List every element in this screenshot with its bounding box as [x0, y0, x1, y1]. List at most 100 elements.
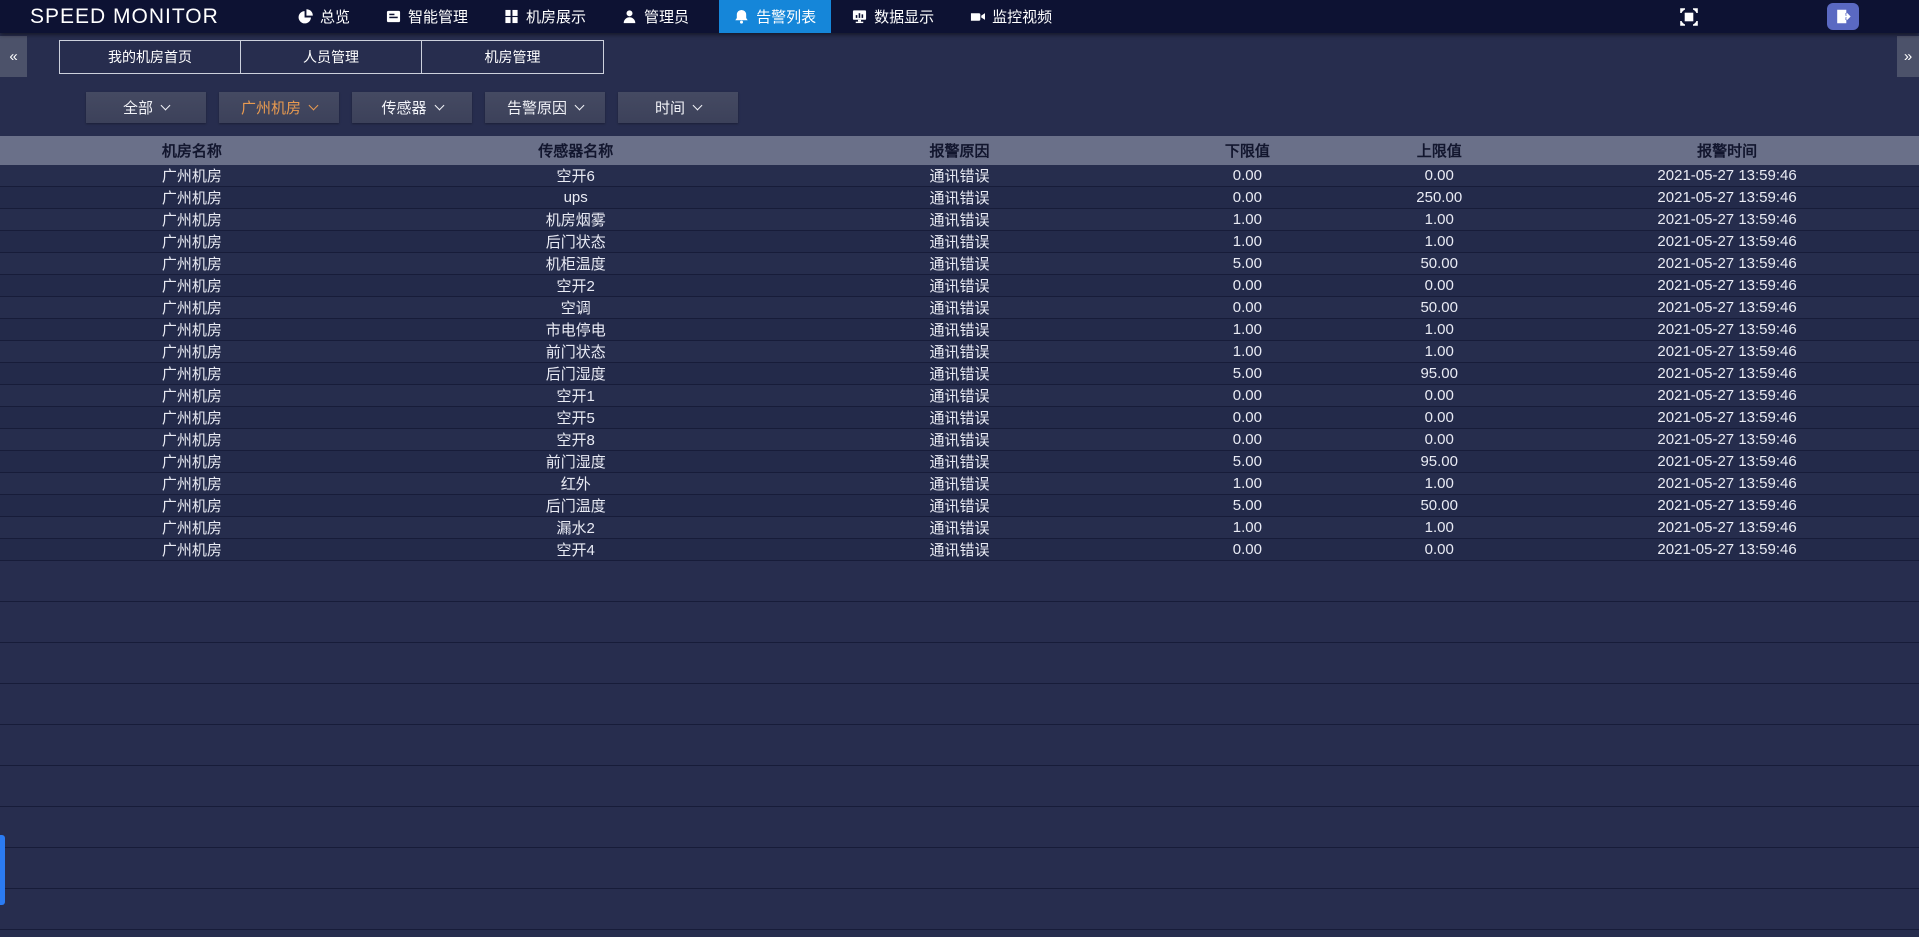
cell-alarm-time: 2021-05-27 13:59:46 [1535, 431, 1919, 448]
tab-bar: « 我的机房首页 人员管理 机房管理 » [0, 33, 1919, 80]
cell-alarm-reason: 通讯错误 [768, 165, 1152, 186]
filter-all-dropdown[interactable]: 全部 [86, 92, 206, 123]
filter-room-dropdown[interactable]: 广州机房 [219, 92, 339, 123]
left-scroll-indicator[interactable] [0, 835, 5, 905]
cell-lower-limit: 0.00 [1151, 409, 1343, 426]
nav-item-overview[interactable]: 总览 [283, 0, 365, 33]
tab-room-management[interactable]: 机房管理 [422, 41, 603, 73]
filter-sensor-dropdown[interactable]: 传感器 [352, 92, 472, 123]
table-row[interactable]: 广州机房 机柜温度 通讯错误 5.00 50.00 2021-05-27 13:… [0, 253, 1919, 275]
table-row[interactable]: 广州机房 ups 通讯错误 0.00 250.00 2021-05-27 13:… [0, 187, 1919, 209]
cell-upper-limit: 0.00 [1343, 277, 1535, 294]
building-icon [504, 9, 519, 24]
table-row[interactable]: 广州机房 市电停电 通讯错误 1.00 1.00 2021-05-27 13:5… [0, 319, 1919, 341]
cell-lower-limit: 1.00 [1151, 519, 1343, 536]
cell-alarm-reason: 通讯错误 [768, 517, 1152, 538]
nav-item-label: 管理员 [644, 6, 689, 27]
table-row[interactable]: 广州机房 空开5 通讯错误 0.00 0.00 2021-05-27 13:59… [0, 407, 1919, 429]
nav-item-data-display[interactable]: 数据显示 [837, 0, 949, 33]
cell-room-name: 广州机房 [0, 539, 384, 560]
collapse-left-button[interactable]: « [0, 36, 27, 77]
cell-lower-limit: 0.00 [1151, 189, 1343, 206]
cell-alarm-time: 2021-05-27 13:59:46 [1535, 519, 1919, 536]
cell-room-name: 广州机房 [0, 209, 384, 230]
cell-alarm-time: 2021-05-27 13:59:46 [1535, 343, 1919, 360]
cell-alarm-reason: 通讯错误 [768, 407, 1152, 428]
cell-alarm-reason: 通讯错误 [768, 231, 1152, 252]
nav-item-label: 告警列表 [756, 6, 816, 27]
tab-personnel-management[interactable]: 人员管理 [241, 41, 422, 73]
cell-alarm-reason: 通讯错误 [768, 341, 1152, 362]
table-row[interactable]: 广州机房 空开8 通讯错误 0.00 0.00 2021-05-27 13:59… [0, 429, 1919, 451]
navbar-right-tools [1679, 0, 1919, 33]
cell-upper-limit: 1.00 [1343, 519, 1535, 536]
table-row[interactable]: 广州机房 漏水2 通讯错误 1.00 1.00 2021-05-27 13:59… [0, 517, 1919, 539]
cell-room-name: 广州机房 [0, 451, 384, 472]
table-row[interactable]: 广州机房 前门状态 通讯错误 1.00 1.00 2021-05-27 13:5… [0, 341, 1919, 363]
cell-lower-limit: 1.00 [1151, 475, 1343, 492]
cell-upper-limit: 50.00 [1343, 497, 1535, 514]
cell-alarm-reason: 通讯错误 [768, 451, 1152, 472]
table-row[interactable]: 广州机房 后门温度 通讯错误 5.00 50.00 2021-05-27 13:… [0, 495, 1919, 517]
column-header-lower-limit: 下限值 [1151, 140, 1343, 161]
nav-item-label: 智能管理 [408, 6, 468, 27]
table-empty-area [0, 561, 1919, 937]
pie-chart-icon [298, 9, 313, 24]
chevron-down-icon [309, 101, 319, 111]
table-row[interactable]: 广州机房 空开2 通讯错误 0.00 0.00 2021-05-27 13:59… [0, 275, 1919, 297]
collapse-right-button[interactable]: » [1897, 36, 1919, 77]
cell-lower-limit: 1.00 [1151, 321, 1343, 338]
filter-time-dropdown[interactable]: 时间 [618, 92, 738, 123]
chevron-down-icon [575, 101, 585, 111]
cell-alarm-time: 2021-05-27 13:59:46 [1535, 365, 1919, 382]
table-row[interactable]: 广州机房 前门湿度 通讯错误 5.00 95.00 2021-05-27 13:… [0, 451, 1919, 473]
cell-alarm-reason: 通讯错误 [768, 539, 1152, 560]
filter-alarm-reason-dropdown[interactable]: 告警原因 [485, 92, 605, 123]
cell-alarm-time: 2021-05-27 13:59:46 [1535, 387, 1919, 404]
cell-upper-limit: 50.00 [1343, 255, 1535, 272]
nav-item-video-monitor[interactable]: 监控视频 [955, 0, 1067, 33]
cell-alarm-reason: 通讯错误 [768, 187, 1152, 208]
fullscreen-icon[interactable] [1679, 7, 1699, 27]
cell-alarm-time: 2021-05-27 13:59:46 [1535, 453, 1919, 470]
nav-item-room-display[interactable]: 机房展示 [489, 0, 601, 33]
nav-item-alarm-list[interactable]: 告警列表 [719, 0, 831, 33]
cell-room-name: 广州机房 [0, 341, 384, 362]
cell-alarm-time: 2021-05-27 13:59:46 [1535, 541, 1919, 558]
cell-sensor-name: 后门状态 [384, 231, 768, 252]
column-header-room-name: 机房名称 [0, 140, 384, 161]
cell-alarm-time: 2021-05-27 13:59:46 [1535, 277, 1919, 294]
cell-alarm-reason: 通讯错误 [768, 473, 1152, 494]
cell-alarm-time: 2021-05-27 13:59:46 [1535, 497, 1919, 514]
cell-sensor-name: 前门湿度 [384, 451, 768, 472]
nav-item-smart-management[interactable]: 智能管理 [371, 0, 483, 33]
chevron-down-icon [434, 101, 444, 111]
nav-item-label: 监控视频 [992, 6, 1052, 27]
cell-sensor-name: 空开1 [384, 385, 768, 406]
cell-alarm-reason: 通讯错误 [768, 209, 1152, 230]
table-row[interactable]: 广州机房 红外 通讯错误 1.00 1.00 2021-05-27 13:59:… [0, 473, 1919, 495]
cell-sensor-name: 空开4 [384, 539, 768, 560]
nav-item-administrator[interactable]: 管理员 [607, 0, 704, 33]
cell-upper-limit: 1.00 [1343, 321, 1535, 338]
cell-upper-limit: 95.00 [1343, 453, 1535, 470]
cell-room-name: 广州机房 [0, 297, 384, 318]
cell-lower-limit: 5.00 [1151, 365, 1343, 382]
cell-upper-limit: 50.00 [1343, 299, 1535, 316]
monitor-icon [852, 9, 867, 24]
table-row[interactable]: 广州机房 后门状态 通讯错误 1.00 1.00 2021-05-27 13:5… [0, 231, 1919, 253]
tab-my-room-home[interactable]: 我的机房首页 [60, 41, 241, 73]
cell-sensor-name: 后门温度 [384, 495, 768, 516]
table-row[interactable]: 广州机房 空开1 通讯错误 0.00 0.00 2021-05-27 13:59… [0, 385, 1919, 407]
table-row[interactable]: 广州机房 空调 通讯错误 0.00 50.00 2021-05-27 13:59… [0, 297, 1919, 319]
column-header-upper-limit: 上限值 [1343, 140, 1535, 161]
cell-lower-limit: 0.00 [1151, 167, 1343, 184]
table-row[interactable]: 广州机房 空开4 通讯错误 0.00 0.00 2021-05-27 13:59… [0, 539, 1919, 561]
table-row[interactable]: 广州机房 机房烟雾 通讯错误 1.00 1.00 2021-05-27 13:5… [0, 209, 1919, 231]
logout-button[interactable] [1827, 3, 1859, 30]
table-row[interactable]: 广州机房 后门湿度 通讯错误 5.00 95.00 2021-05-27 13:… [0, 363, 1919, 385]
cell-sensor-name: 空开8 [384, 429, 768, 450]
cell-alarm-reason: 通讯错误 [768, 319, 1152, 340]
cell-room-name: 广州机房 [0, 517, 384, 538]
table-row[interactable]: 广州机房 空开6 通讯错误 0.00 0.00 2021-05-27 13:59… [0, 165, 1919, 187]
